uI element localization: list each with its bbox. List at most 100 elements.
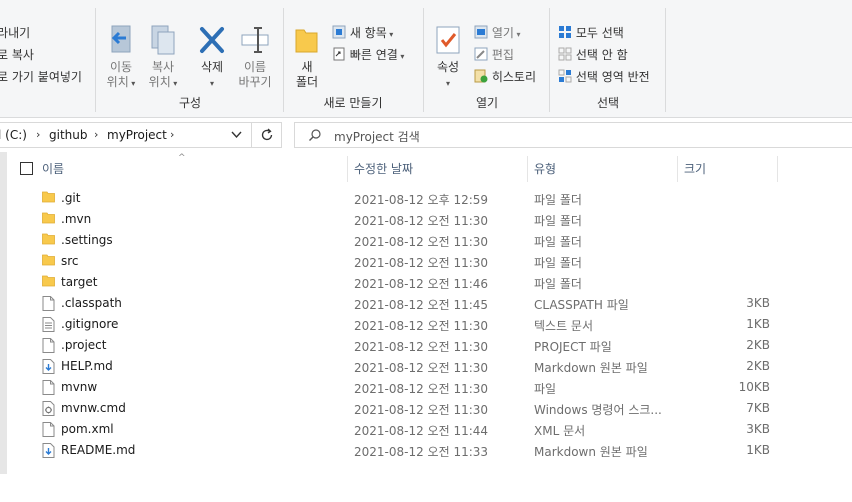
file-date: 2021-08-12 오전 11:46 bbox=[354, 277, 489, 291]
column-divider[interactable] bbox=[527, 156, 528, 182]
table-row[interactable]: HELP.md 2021-08-12 오전 11:30 Markdown 원본 파일… bbox=[0, 356, 852, 377]
select-none-button[interactable]: 선택 안 함 bbox=[558, 46, 628, 63]
table-row[interactable]: .gitignore 2021-08-12 오전 11:30 텍스트 문서 1KB bbox=[0, 314, 852, 335]
easy-access-label: 빠른 연결 bbox=[349, 48, 398, 62]
properties-check-icon bbox=[436, 26, 460, 54]
column-divider[interactable] bbox=[347, 156, 348, 182]
new-folder-label-2: 폴더 bbox=[295, 75, 319, 89]
table-row[interactable]: .git 2021-08-12 오후 12:59 파일 폴더 bbox=[0, 188, 852, 209]
column-header-type[interactable]: 유형 bbox=[534, 160, 556, 177]
history-label: 히스토리 bbox=[491, 70, 536, 84]
copy-to-label-1: 복사 bbox=[151, 60, 175, 74]
move-to-button[interactable]: 이동 위치 ▾ bbox=[102, 24, 140, 91]
table-row[interactable]: target 2021-08-12 오전 11:46 파일 폴더 bbox=[0, 272, 852, 293]
file-size: 2KB bbox=[746, 359, 770, 373]
file-type: Markdown 원본 파일 bbox=[534, 445, 648, 459]
table-row[interactable]: .classpath 2021-08-12 오전 11:45 CLASSPATH 파… bbox=[0, 293, 852, 314]
ribbon-separator bbox=[665, 8, 666, 112]
paste-shortcut-button[interactable]: 바로 가기 붙여넣기 bbox=[0, 68, 82, 85]
file-name: .mvn bbox=[61, 212, 92, 226]
new-item-button[interactable]: 새 항목 ▾ bbox=[332, 24, 393, 41]
refresh-icon bbox=[261, 128, 273, 141]
copy-path-button[interactable]: 경로 복사 bbox=[0, 46, 34, 63]
open-button[interactable]: 열기 ▾ bbox=[474, 24, 520, 41]
table-row[interactable]: .mvn 2021-08-12 오전 11:30 파일 폴더 bbox=[0, 209, 852, 230]
ribbon-separator bbox=[283, 8, 284, 112]
rename-button[interactable]: 이름 바꾸기 bbox=[234, 24, 276, 90]
file-name: .classpath bbox=[61, 296, 122, 310]
new-folder-button[interactable]: 새 폴더 bbox=[290, 24, 324, 90]
open-group-label: 열기 bbox=[475, 96, 499, 110]
folder-icon bbox=[42, 254, 55, 269]
file-type: Markdown 원본 파일 bbox=[534, 361, 648, 375]
column-divider[interactable] bbox=[677, 156, 678, 182]
file-date: 2021-08-12 오전 11:30 bbox=[354, 340, 489, 354]
select-all-button[interactable]: 모두 선택 bbox=[558, 24, 624, 41]
breadcrumb-github[interactable]: github bbox=[49, 128, 87, 142]
file-date: 2021-08-12 오전 11:30 bbox=[354, 256, 489, 270]
move-to-label-2: 위치 bbox=[106, 75, 129, 89]
file-name: .gitignore bbox=[61, 317, 119, 331]
cut-button[interactable]: 잘라내기 bbox=[0, 24, 30, 41]
new-item-icon bbox=[332, 25, 346, 39]
folder-icon bbox=[42, 212, 55, 227]
edit-label: 편집 bbox=[491, 48, 514, 62]
file-date: 2021-08-12 오후 12:59 bbox=[354, 193, 489, 207]
organize-group-label: 구성 bbox=[178, 96, 202, 110]
history-button[interactable]: 히스토리 bbox=[474, 68, 536, 85]
file-name: .git bbox=[61, 191, 81, 205]
column-divider[interactable] bbox=[777, 156, 778, 182]
column-header-size[interactable]: 크기 bbox=[684, 160, 706, 177]
ribbon-separator bbox=[423, 8, 424, 112]
search-input[interactable]: myProject 검색 bbox=[334, 128, 420, 145]
properties-button[interactable]: 속성 ▾ bbox=[430, 24, 466, 91]
file-name: .project bbox=[61, 338, 107, 352]
search-icon bbox=[309, 129, 321, 141]
column-header-date[interactable]: 수정한 날짜 bbox=[354, 160, 413, 177]
ribbon: 잘라내기 경로 복사 바로 가기 붙여넣기 이동 위치 ▾ 복사 위치 ▾ 삭제… bbox=[0, 0, 852, 118]
delete-label: 삭제 bbox=[200, 60, 224, 74]
table-row[interactable]: mvnw 2021-08-12 오전 11:30 파일 10KB bbox=[0, 377, 852, 398]
text-document-icon bbox=[42, 317, 55, 335]
folder-icon bbox=[42, 191, 55, 206]
file-date: 2021-08-12 오전 11:33 bbox=[354, 445, 489, 459]
file-date: 2021-08-12 오전 11:30 bbox=[354, 214, 489, 228]
table-row[interactable]: .settings 2021-08-12 오전 11:30 파일 폴더 bbox=[0, 230, 852, 251]
markdown-file-icon bbox=[42, 443, 55, 461]
file-name: pom.xml bbox=[61, 422, 114, 436]
edit-button[interactable]: 편집 bbox=[474, 46, 514, 63]
file-date: 2021-08-12 오전 11:30 bbox=[354, 403, 489, 417]
file-type: Windows 명령어 스크... bbox=[534, 403, 662, 417]
ribbon-separator bbox=[95, 8, 96, 112]
easy-access-icon bbox=[333, 47, 345, 61]
breadcrumb-myproject[interactable]: myProject bbox=[107, 128, 167, 142]
file-name: HELP.md bbox=[61, 359, 113, 373]
select-all-checkbox[interactable] bbox=[20, 162, 33, 175]
new-group-label: 새로 만들기 bbox=[323, 96, 383, 110]
file-name: src bbox=[61, 254, 79, 268]
chevron-right-icon: › bbox=[94, 128, 99, 141]
sort-ascending-icon: ^ bbox=[178, 153, 186, 163]
copy-to-button[interactable]: 복사 위치 ▾ bbox=[144, 24, 182, 91]
table-row[interactable]: pom.xml 2021-08-12 오전 11:44 XML 문서 3KB bbox=[0, 419, 852, 440]
chevron-down-icon[interactable] bbox=[231, 131, 242, 139]
open-icon bbox=[474, 25, 488, 39]
table-row[interactable]: README.md 2021-08-12 오전 11:33 Markdown 원본 … bbox=[0, 440, 852, 461]
select-none-icon bbox=[558, 47, 572, 61]
column-header-name[interactable]: 이름 bbox=[42, 160, 64, 177]
edit-icon bbox=[474, 47, 488, 61]
table-row[interactable]: mvnw.cmd 2021-08-12 오전 11:30 Windows 명령어 스… bbox=[0, 398, 852, 419]
easy-access-button[interactable]: 빠른 연결 ▾ bbox=[332, 46, 404, 63]
file-type: 파일 폴더 bbox=[534, 235, 582, 249]
delete-button[interactable]: 삭제 ▾ bbox=[194, 24, 230, 91]
file-icon bbox=[42, 338, 55, 356]
invert-selection-button[interactable]: 선택 영역 반전 bbox=[558, 68, 650, 85]
table-row[interactable]: src 2021-08-12 오전 11:30 파일 폴더 bbox=[0, 251, 852, 272]
file-icon bbox=[42, 422, 55, 440]
markdown-file-icon bbox=[42, 359, 55, 377]
breadcrumb-drive[interactable]: l (C:) bbox=[0, 128, 27, 142]
table-row[interactable]: .project 2021-08-12 오전 11:30 PROJECT 파일 2KB bbox=[0, 335, 852, 356]
file-type: 파일 폴더 bbox=[534, 277, 582, 291]
folder-icon bbox=[42, 233, 55, 248]
file-size: 1KB bbox=[746, 443, 770, 457]
